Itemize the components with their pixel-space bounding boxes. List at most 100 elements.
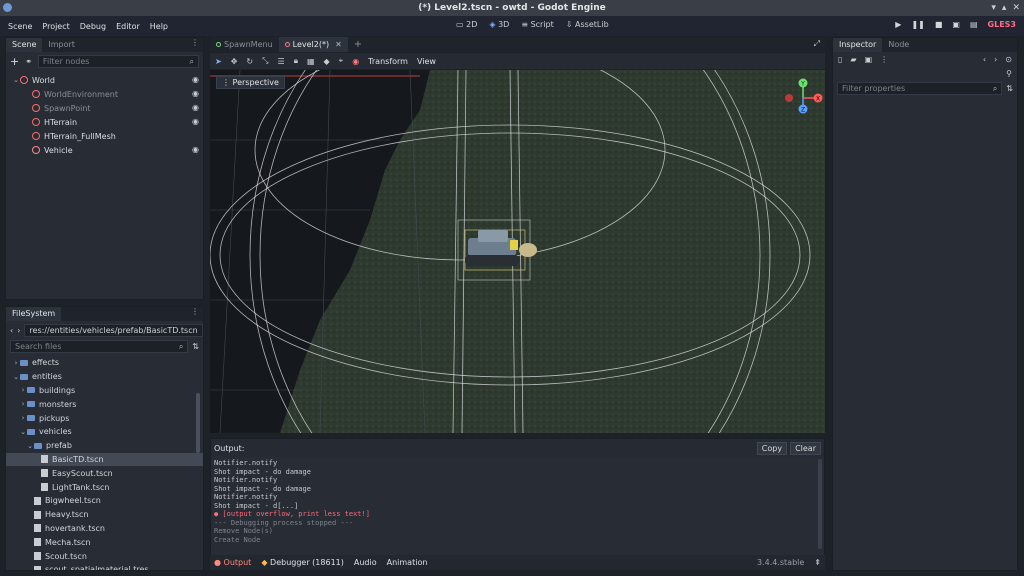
bottom-tab-audio[interactable]: Audio — [354, 558, 377, 567]
clear-button[interactable]: Clear — [790, 441, 821, 455]
close-tab-icon[interactable]: ✕ — [335, 40, 342, 49]
history-list-icon[interactable]: ⊙ — [1005, 55, 1012, 64]
tab-filesystem[interactable]: FileSystem — [6, 307, 62, 321]
perspective-menu[interactable]: ⋮ Perspective — [216, 76, 285, 89]
scene-node-row[interactable]: SpawnPoint ◉ — [6, 101, 203, 115]
sort-icon[interactable]: ⇅ — [192, 342, 199, 351]
lock-icon[interactable]: 🔒︎ — [294, 56, 298, 66]
renderer-select[interactable]: GLES3 — [988, 20, 1016, 29]
visibility-icon[interactable]: ◉ — [192, 89, 199, 98]
visibility-icon[interactable]: ◉ — [192, 75, 199, 84]
minimize-icon[interactable]: ▾ — [991, 3, 996, 13]
load-resource-icon[interactable]: ▰ — [850, 55, 856, 64]
play-scene-icon[interactable]: ▣ — [952, 20, 960, 29]
workspace-assetlib-button[interactable]: ⇩ AssetLib — [566, 20, 609, 29]
expand-arrow-icon[interactable]: › — [19, 386, 27, 394]
fs-file-row[interactable]: Heavy.tscn — [6, 508, 203, 522]
pause-icon[interactable]: ❚❚ — [911, 20, 924, 29]
fs-folder-row[interactable]: › monsters — [6, 397, 203, 411]
rotate-tool-icon[interactable]: ↻ — [246, 57, 253, 66]
snap-icon[interactable]: ⌖ — [339, 56, 344, 66]
close-icon[interactable]: ✕ — [1012, 3, 1020, 13]
fs-file-row[interactable]: Mecha.tscn — [6, 535, 203, 549]
fs-folder-row[interactable]: ⌄ vehicles — [6, 425, 203, 439]
bottom-tab-animation[interactable]: Animation — [387, 558, 428, 567]
scene-node-row[interactable]: HTerrain_FullMesh — [6, 129, 203, 143]
visibility-icon[interactable]: ◉ — [192, 117, 199, 126]
filter-properties-input[interactable]: Filter properties ⌕ — [837, 82, 1003, 95]
output-scrollbar[interactable] — [818, 459, 822, 549]
inspector-menu-icon[interactable]: ⋮ — [880, 55, 888, 64]
scene-node-row[interactable]: HTerrain ◉ — [6, 115, 203, 129]
link-icon[interactable]: ⚭ — [25, 57, 32, 66]
tab-node[interactable]: Node — [882, 38, 915, 52]
menu-scene[interactable]: Scene — [8, 22, 32, 31]
bottom-tab-output[interactable]: ● Output — [214, 558, 251, 567]
visibility-icon[interactable]: ◉ — [192, 103, 199, 112]
bottom-tab-debugger[interactable]: ◆ Debugger (18611) — [261, 558, 344, 567]
menu-debug[interactable]: Debug — [80, 22, 106, 31]
fs-path-field[interactable]: res://entities/vehicles/prefab/BasicTD.t… — [24, 324, 203, 337]
workspace-2d-button[interactable]: ▭ 2D — [456, 20, 477, 29]
group-icon[interactable]: ▦ — [307, 57, 315, 66]
tab-level2[interactable]: Level2(*) ✕ — [278, 37, 348, 52]
fs-file-row[interactable]: EasyScout.tscn — [6, 466, 203, 480]
tab-scene[interactable]: Scene — [6, 38, 43, 52]
tab-import[interactable]: Import — [42, 38, 81, 52]
new-resource-icon[interactable]: ▯ — [838, 55, 842, 64]
dock-menu-icon[interactable]: ⋮ — [187, 38, 203, 52]
play-icon[interactable]: ▶ — [895, 20, 901, 29]
history-back-icon[interactable]: ‹ — [983, 55, 986, 64]
view-menu[interactable]: View — [417, 57, 436, 66]
expand-panel-icon[interactable]: ⇞ — [814, 558, 825, 567]
fs-file-row[interactable]: BasicTD.tscn — [6, 452, 203, 467]
workspace-script-button[interactable]: ≡ Script — [521, 20, 553, 29]
visibility-icon[interactable]: ◉ — [192, 145, 199, 154]
fs-file-row[interactable]: Bigwheel.tscn — [6, 494, 203, 508]
add-node-icon[interactable]: + — [10, 55, 19, 68]
fs-folder-row[interactable]: ⌄ entities — [6, 370, 203, 384]
expand-arrow-icon[interactable]: › — [19, 400, 27, 408]
3d-viewport[interactable]: ⋮ Perspective Y X Z — [210, 70, 825, 433]
fs-scrollbar[interactable] — [196, 393, 200, 453]
scene-node-row[interactable]: ⌄ World ◉ — [6, 73, 203, 87]
expand-arrow-icon[interactable]: › — [19, 414, 27, 422]
search-files-input[interactable]: Search files ⌕ — [10, 340, 189, 353]
expand-arrow-icon[interactable]: › — [12, 359, 20, 367]
forward-icon[interactable]: › — [17, 326, 20, 335]
expand-arrow-icon[interactable]: ⌄ — [12, 76, 20, 84]
fs-folder-row[interactable]: ⌄ prefab — [6, 439, 203, 453]
expand-arrow-icon[interactable]: ⌄ — [19, 428, 27, 436]
play-custom-scene-icon[interactable]: ▤ — [970, 20, 978, 29]
stop-icon[interactable]: ■ — [935, 20, 943, 29]
menu-project[interactable]: Project — [42, 22, 69, 31]
local-space-icon[interactable]: ◆ — [324, 57, 330, 66]
orientation-gizmo[interactable]: Y X Z — [781, 76, 825, 120]
menu-editor[interactable]: Editor — [116, 22, 140, 31]
fs-file-row[interactable]: hovertank.tscn — [6, 522, 203, 536]
copy-button[interactable]: Copy — [756, 441, 788, 455]
inspector-sort-icon[interactable]: ⇅ — [1006, 84, 1013, 93]
save-resource-icon[interactable]: ▣ — [865, 55, 873, 64]
history-forward-icon[interactable]: › — [994, 55, 997, 64]
scale-tool-icon[interactable]: ⤡ — [262, 56, 268, 66]
list-select-icon[interactable]: ☰ — [278, 57, 285, 66]
fs-folder-row[interactable]: › effects — [6, 356, 203, 370]
scene-node-row[interactable]: WorldEnvironment ◉ — [6, 87, 203, 101]
fs-folder-row[interactable]: › buildings — [6, 384, 203, 398]
workspace-3d-button[interactable]: ◈ 3D — [489, 20, 509, 29]
expand-arrow-icon[interactable]: ⌄ — [12, 373, 20, 381]
back-icon[interactable]: ‹ — [10, 326, 13, 335]
maximize-icon[interactable]: ▴ — [1002, 3, 1007, 13]
fs-file-row[interactable]: Scout.tscn — [6, 549, 203, 563]
fs-file-row[interactable]: LightTank.tscn — [6, 480, 203, 494]
new-tab-icon[interactable]: + — [348, 37, 368, 52]
tab-inspector[interactable]: Inspector — [833, 38, 883, 52]
distraction-free-icon[interactable]: ⤢ — [809, 37, 825, 52]
menu-help[interactable]: Help — [150, 22, 168, 31]
filter-nodes-input[interactable]: Filter nodes ⌕ — [37, 55, 199, 68]
fs-file-row[interactable]: scout_spatialmaterial.tres — [6, 563, 203, 570]
tab-spawnmenu[interactable]: SpawnMenu — [210, 37, 279, 52]
transform-menu[interactable]: Transform — [368, 57, 408, 66]
fs-folder-row[interactable]: › pickups — [6, 411, 203, 425]
